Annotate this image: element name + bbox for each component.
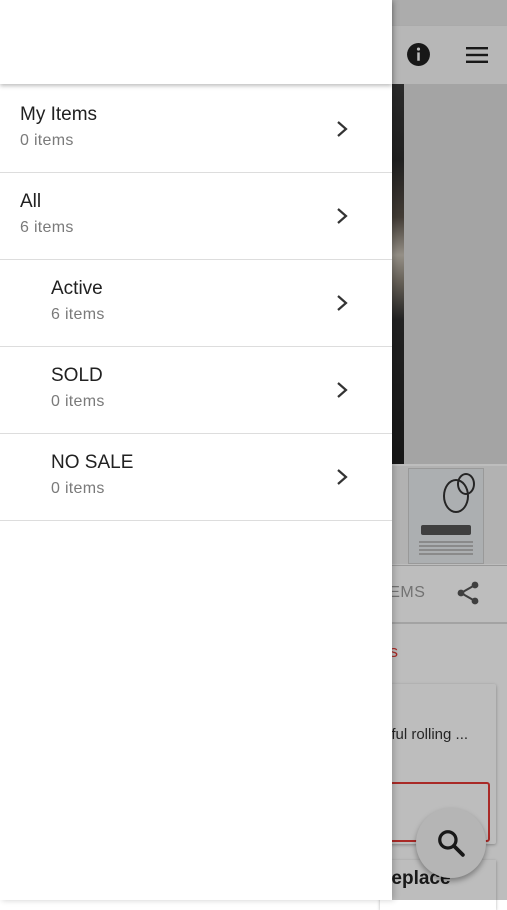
chevron-right-icon	[337, 382, 348, 398]
drawer-item-no-sale[interactable]: NO SALE 0 items	[0, 434, 392, 521]
drawer-item-count: 0 items	[20, 132, 74, 149]
drawer-list: My Items 0 items All 6 items Active 6 it…	[0, 86, 392, 521]
drawer-item-title: SOLD	[51, 365, 103, 386]
drawer-header	[0, 0, 392, 84]
drawer-item-count: 6 items	[20, 219, 74, 236]
drawer-item-my-items[interactable]: My Items 0 items	[0, 86, 392, 173]
drawer-item-count: 0 items	[51, 393, 105, 410]
drawer-item-title: NO SALE	[51, 452, 134, 473]
drawer-item-title: All	[20, 191, 42, 212]
drawer-item-all[interactable]: All 6 items	[0, 173, 392, 260]
drawer-item-count: 6 items	[51, 306, 105, 323]
navigation-drawer: My Items 0 items All 6 items Active 6 it…	[0, 0, 392, 900]
drawer-item-sold[interactable]: SOLD 0 items	[0, 347, 392, 434]
drawer-item-title: My Items	[20, 104, 98, 125]
chevron-right-icon	[337, 295, 348, 311]
drawer-item-title: Active	[51, 278, 103, 299]
chevron-right-icon	[337, 121, 348, 137]
drawer-item-active[interactable]: Active 6 items	[0, 260, 392, 347]
drawer-item-count: 0 items	[51, 480, 105, 497]
chevron-right-icon	[337, 469, 348, 485]
chevron-right-icon	[337, 208, 348, 224]
